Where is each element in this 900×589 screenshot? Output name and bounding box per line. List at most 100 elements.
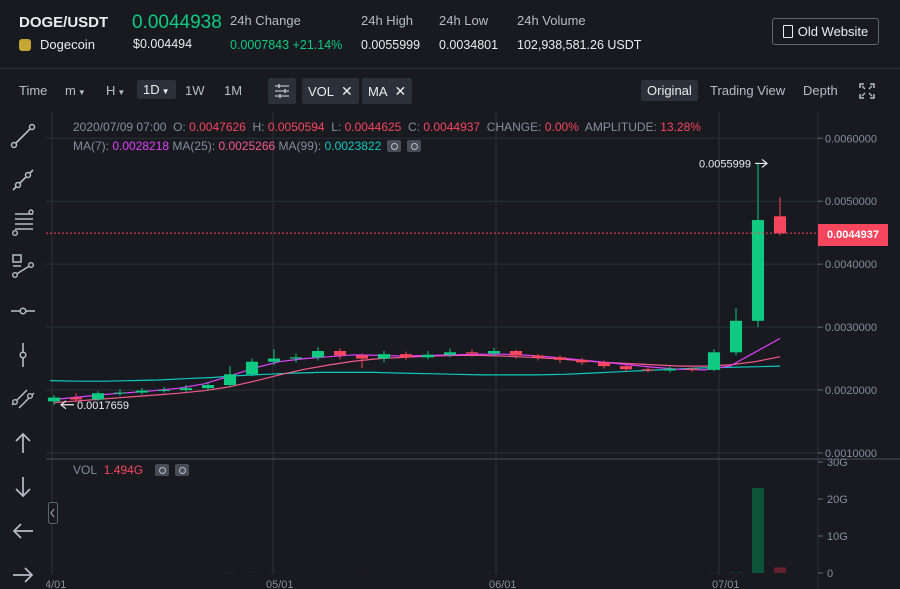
symbol-title[interactable]: DOGE/USDT xyxy=(19,14,108,31)
candle-body xyxy=(157,390,171,392)
ma25-line xyxy=(53,354,781,404)
arrow-up-tool-icon[interactable] xyxy=(9,429,37,457)
horizontal-line-tool-icon[interactable] xyxy=(9,297,37,325)
candle-body xyxy=(289,357,303,359)
date-tick-label: 4/01 xyxy=(46,579,66,589)
open-label: O: xyxy=(173,120,186,134)
ohlc-legend: 2020/07/09 07:00 O: 0.0047626 H: 0.00505… xyxy=(73,120,701,134)
pattern-tool-icon[interactable] xyxy=(9,252,37,280)
candle-body xyxy=(47,397,61,402)
stat-value: 0.0034801 xyxy=(439,38,499,52)
fullscreen-icon[interactable] xyxy=(859,83,875,99)
stat-label: 24h Change xyxy=(230,13,301,28)
ma7-label: MA(7): xyxy=(73,139,109,153)
amplitude-label: AMPLITUDE: xyxy=(584,120,657,134)
low-marker-label: 0.0017659 xyxy=(77,400,129,412)
arrow-right-tool-icon[interactable] xyxy=(9,561,37,589)
stat-value: 0.0007843 +21.14% xyxy=(230,38,343,52)
hour-interval-dropdown[interactable]: H ▼ xyxy=(106,83,125,98)
date-tick-label: 06/01 xyxy=(489,579,517,589)
candle-body xyxy=(267,358,281,362)
candle-body xyxy=(201,385,215,389)
chart-toolbar: Time m ▼ H ▼ 1D ▼ 1W 1M VOL ✕ MA ✕ Original… xyxy=(0,69,900,112)
old-website-label: Old Website xyxy=(797,24,869,39)
coin-name-row: Dogecoin xyxy=(19,37,95,52)
candle-body xyxy=(223,374,237,386)
price-tick-label: 0.0020000 xyxy=(825,385,877,397)
document-icon xyxy=(782,25,793,38)
old-website-button[interactable]: Old Website xyxy=(772,18,879,45)
day-interval-dropdown[interactable]: 1D ▼ xyxy=(137,80,176,99)
candle-body xyxy=(443,352,457,355)
last-price-usd: $0.004494 xyxy=(133,37,193,51)
tab-trading-view[interactable]: Trading View xyxy=(710,83,785,98)
candle-body xyxy=(619,366,633,370)
indicator-settings-button[interactable] xyxy=(268,78,296,104)
settings-icon[interactable] xyxy=(407,140,422,152)
candlestick-chart[interactable]: 0.0060000 0.0050000 0.0040000 0.0030000 0.00… xyxy=(46,112,900,589)
change-label: CHANGE: xyxy=(486,120,542,134)
vol-indicator-chip[interactable]: VOL ✕ xyxy=(302,78,359,104)
candle-body xyxy=(685,368,699,370)
parallel-channel-tool-icon[interactable] xyxy=(9,385,37,413)
candle-body xyxy=(487,351,501,354)
candle-body xyxy=(465,352,479,354)
candle-body xyxy=(729,320,743,353)
date-tick-label: 05/01 xyxy=(266,579,294,589)
vol-chip-label: VOL xyxy=(308,83,335,99)
caret-down-icon: ▼ xyxy=(117,88,126,97)
close-icon[interactable]: ✕ xyxy=(341,83,353,100)
fib-retracement-tool-icon[interactable] xyxy=(9,209,37,237)
price-tick-label: 0.0030000 xyxy=(825,322,877,334)
vertical-line-tool-icon[interactable] xyxy=(9,341,37,369)
low-label: L: xyxy=(331,120,342,134)
eye-icon[interactable] xyxy=(387,140,402,152)
date-tick-label: 07/01 xyxy=(712,579,740,589)
collapse-handle-icon[interactable] xyxy=(48,502,58,524)
week-interval-button[interactable]: 1W xyxy=(185,83,205,98)
eye-icon[interactable] xyxy=(155,464,170,476)
high-marker-label: 0.0055999 xyxy=(699,158,751,170)
volume-tick-label: 20G xyxy=(827,494,848,506)
candle-body xyxy=(597,362,611,367)
minute-interval-dropdown[interactable]: m ▼ xyxy=(65,83,86,98)
arrow-down-tool-icon[interactable] xyxy=(9,473,37,501)
month-interval-button[interactable]: 1M xyxy=(224,83,242,98)
candle-body xyxy=(531,355,545,358)
candle-body xyxy=(399,354,413,358)
legend-date: 2020/07/09 07:00 xyxy=(73,120,167,134)
vol-value: 1.494G xyxy=(103,463,144,477)
amplitude-value: 13.28% xyxy=(660,120,701,134)
stat-value: 0.0055999 xyxy=(361,38,421,52)
candle-body xyxy=(663,368,677,371)
high-value: 0.0050594 xyxy=(267,120,325,134)
ma99-label: MA(99): xyxy=(278,139,322,153)
minute-label: m xyxy=(65,83,76,98)
caret-down-icon: ▼ xyxy=(161,87,170,96)
candle-body xyxy=(575,359,589,363)
low-value: 0.0044625 xyxy=(344,120,402,134)
close-icon[interactable]: ✕ xyxy=(395,83,407,100)
arrow-left-tool-icon[interactable] xyxy=(9,517,37,545)
stat-label: 24h Low xyxy=(439,13,489,28)
tab-original[interactable]: Original xyxy=(641,80,698,101)
ma-indicator-chip[interactable]: MA ✕ xyxy=(362,78,413,104)
candle-body xyxy=(135,390,149,393)
trend-line-tool-icon[interactable] xyxy=(9,122,37,150)
close-label: C: xyxy=(408,120,421,134)
candle-body xyxy=(421,354,435,358)
settings-icon[interactable] xyxy=(175,464,190,476)
tab-depth[interactable]: Depth xyxy=(803,83,838,98)
ray-tool-icon[interactable] xyxy=(9,166,37,194)
price-tick-label: 0.0040000 xyxy=(825,259,877,271)
candle-body xyxy=(91,393,105,400)
ma99-value: 0.0023822 xyxy=(324,139,382,153)
close-value: 0.0044937 xyxy=(423,120,481,134)
stat-24h-volume: 24h Volume 102,938,581.26 USDT xyxy=(517,13,641,52)
dogecoin-icon xyxy=(19,38,31,51)
coin-name[interactable]: Dogecoin xyxy=(40,37,95,52)
ma-legend: MA(7): 0.0028218 MA(25): 0.0025266 MA(99… xyxy=(73,139,422,153)
last-price: 0.0044938 xyxy=(132,12,222,33)
hour-label: H xyxy=(106,83,116,98)
candle-body xyxy=(113,392,127,394)
